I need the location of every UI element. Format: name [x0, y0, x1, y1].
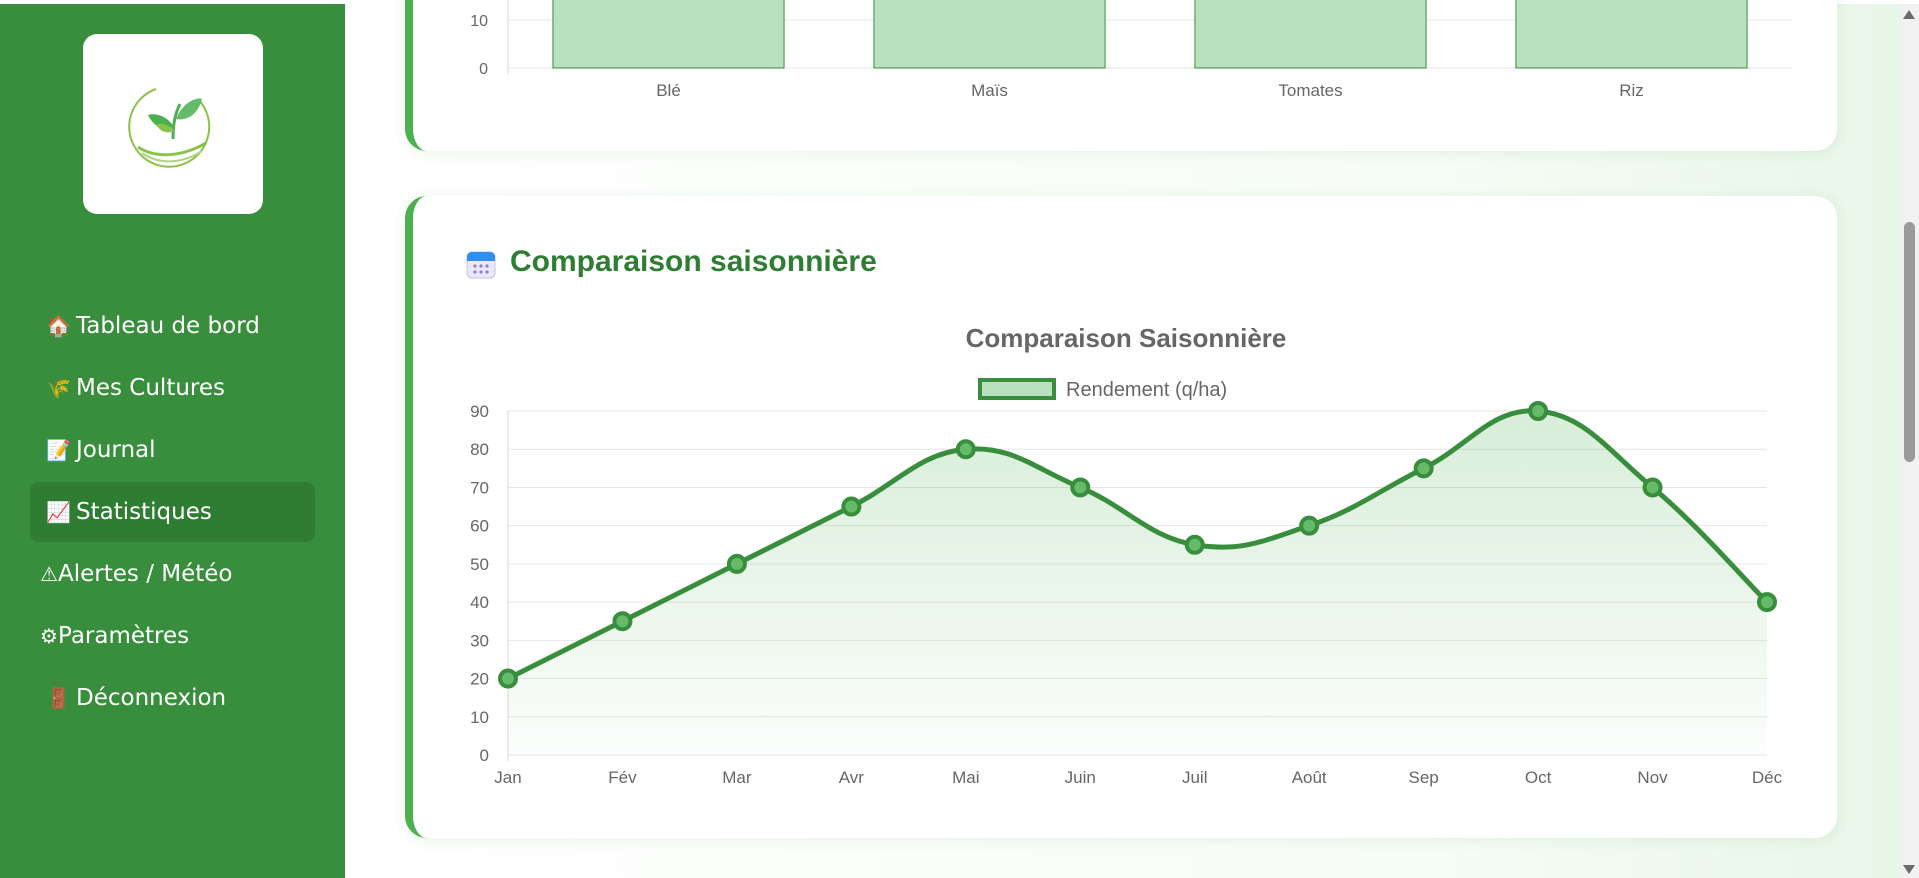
x-tick-label: Fév [608, 768, 637, 787]
data-point [1299, 515, 1320, 536]
sidebar-item-label: Mes Cultures [76, 375, 225, 401]
data-point [1757, 592, 1777, 613]
x-tick-label: Juin [1065, 768, 1096, 787]
bar-x-tick-label: Tomates [1278, 81, 1342, 100]
y-tick-label: 10 [470, 708, 489, 727]
bar [552, 0, 785, 69]
data-point [726, 553, 747, 574]
x-tick-label: Nov [1637, 768, 1668, 787]
scroll-down-icon[interactable] [1903, 865, 1915, 874]
sprout-hand-logo-icon [128, 88, 211, 168]
bar-y-tick-label: 0 [479, 61, 488, 78]
sidebar-item-mes-cultures[interactable]: 🌾 Mes Cultures [30, 358, 315, 418]
sidebar-item-label: Tableau de bord [76, 313, 260, 339]
x-tick-label: Avr [839, 768, 865, 787]
sidebar-item-icon: 🌾 [46, 376, 71, 400]
sidebar-item-label: Statistiques [76, 499, 212, 525]
seasonal-line-chart: Comparaison Saisonnière Rendement (q/ha) 0… [470, 323, 1783, 787]
bar-x-tick-label: Blé [656, 81, 681, 100]
calendar-icon [466, 251, 496, 279]
sidebar-item-icon: 📝 [46, 438, 71, 462]
data-point [955, 439, 976, 460]
sidebar-item-parametres[interactable]: ⚙ Paramètres [30, 606, 315, 666]
x-tick-label: Oct [1525, 768, 1552, 787]
sidebar-item-label: Déconnexion [76, 685, 227, 711]
sidebar-item-deconnexion[interactable]: 🚪 Déconnexion [30, 668, 315, 728]
y-tick-label: 90 [470, 402, 489, 421]
bar-chart-card: 0 10 Blé Maïs Tomates Riz [405, 0, 1837, 151]
legend-swatch [978, 378, 1056, 400]
sidebar-item-journal[interactable]: 📝 Journal [30, 420, 315, 480]
x-tick-label: Déc [1752, 768, 1783, 787]
data-point [1413, 458, 1434, 479]
y-tick-label: 50 [470, 555, 489, 574]
y-tick-label: 40 [470, 593, 489, 612]
sidebar-item-alertes-meteo[interactable]: ⚠ Alertes / Météo [30, 544, 315, 604]
y-tick-label: 30 [470, 631, 489, 650]
bar [1194, 0, 1427, 69]
sidebar-item-icon: 🚪 [46, 686, 71, 710]
sidebar-item-icon: ⚠ [40, 562, 58, 586]
bar-x-tick-label: Riz [1619, 81, 1644, 100]
sidebar-item-label: Journal [76, 437, 156, 463]
data-point [1642, 477, 1663, 498]
data-point [1184, 534, 1205, 555]
sidebar-item-label: Paramètres [58, 623, 190, 649]
x-tick-label: Août [1292, 768, 1327, 787]
sidebar-item-icon: ⚙ [40, 624, 58, 648]
scroll-thumb[interactable] [1904, 222, 1915, 462]
data-point [612, 611, 633, 632]
x-tick-label: Juil [1182, 768, 1208, 787]
bar-y-tick-label: 10 [470, 13, 488, 30]
data-point [841, 496, 862, 517]
data-point [1528, 401, 1549, 421]
bar-chart: 0 10 Blé Maïs Tomates Riz [470, 0, 1792, 100]
y-tick-label: 0 [480, 746, 489, 765]
x-tick-label: Mai [952, 768, 979, 787]
y-tick-label: 80 [470, 440, 489, 459]
sidebar-item-tableau-de-bord[interactable]: 🏠 Tableau de bord [30, 296, 315, 356]
scroll-up-icon[interactable] [1903, 10, 1915, 19]
legend-label: Rendement (q/ha) [1066, 379, 1227, 401]
y-tick-label: 60 [470, 517, 489, 536]
x-tick-label: Sep [1409, 768, 1439, 787]
sidebar-item-label: Alertes / Météo [58, 561, 233, 587]
x-tick-label: Jan [494, 768, 521, 787]
chart-title: Comparaison Saisonnière [966, 323, 1287, 353]
sidebar-item-icon: 🏠 [46, 314, 71, 338]
y-tick-label: 70 [470, 478, 489, 497]
sidebar: 🏠 Tableau de bord 🌾 Mes Cultures 📝 Journal 📈 St… [0, 4, 345, 878]
y-tick-label: 20 [470, 670, 489, 689]
sidebar-item-icon: 📈 [46, 500, 71, 524]
bar-x-tick-label: Maïs [971, 81, 1008, 100]
bar [1515, 0, 1748, 69]
bar [873, 0, 1106, 69]
sidebar-item-statistiques[interactable]: 📈 Statistiques [30, 482, 315, 542]
data-point [498, 668, 518, 689]
logo[interactable] [83, 34, 263, 214]
page-scrollbar[interactable] [1900, 4, 1919, 878]
x-tick-label: Mar [722, 768, 752, 787]
data-point [1070, 477, 1091, 498]
section-title: Comparaison saisonnière [510, 245, 877, 278]
